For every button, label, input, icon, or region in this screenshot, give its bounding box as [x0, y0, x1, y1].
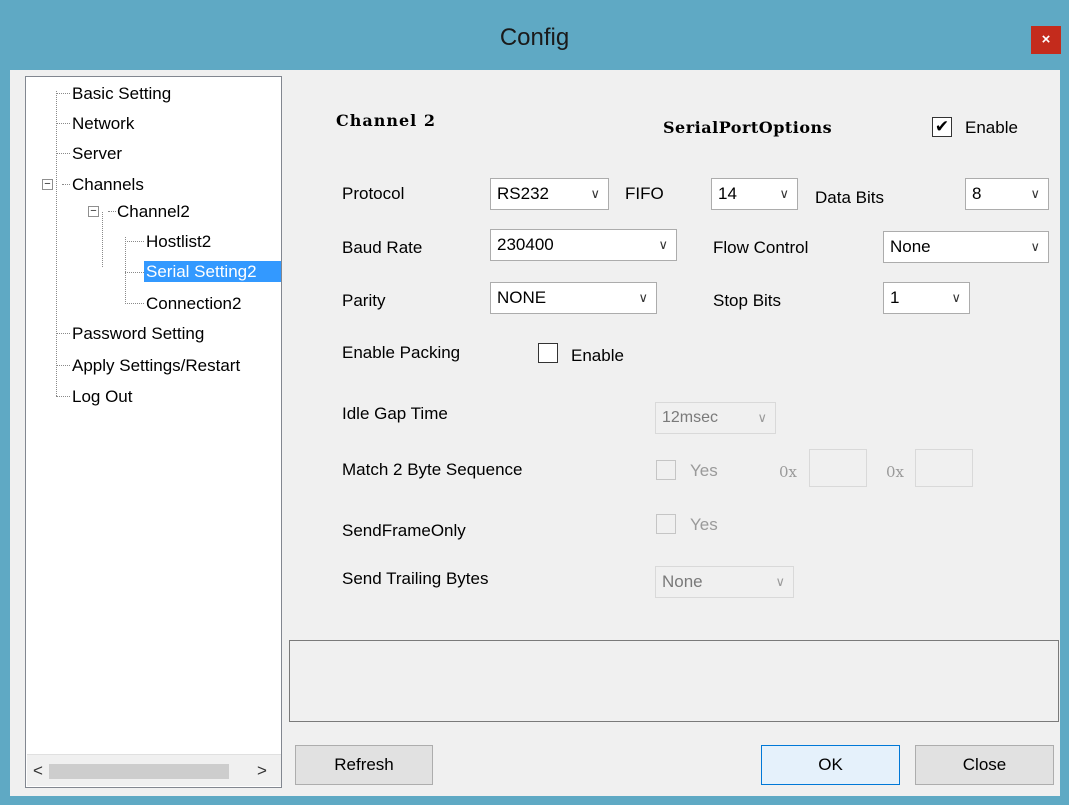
chevron-down-icon: ∨: [1030, 186, 1040, 201]
title-bar: Config ×: [0, 0, 1069, 70]
flow-control-value: None: [890, 237, 931, 256]
baud-rate-label: Baud Rate: [342, 238, 423, 257]
protocol-value: RS232: [497, 184, 549, 203]
close-window-button[interactable]: ×: [1031, 26, 1061, 54]
match-sequence-checkbox[interactable]: [656, 460, 676, 480]
tree-item-network[interactable]: Network: [70, 113, 136, 134]
tree-item-basic-setting[interactable]: Basic Setting: [70, 83, 173, 104]
baud-rate-value: 230400: [497, 235, 554, 254]
fifo-value: 14: [718, 184, 737, 203]
chevron-down-icon: ∨: [775, 574, 785, 589]
tree-item-serial-setting2[interactable]: Serial Setting2: [144, 261, 281, 282]
parity-label: Parity: [342, 291, 386, 310]
stop-bits-select[interactable]: 1 ∨: [883, 282, 970, 314]
fifo-label: FIFO: [625, 184, 664, 203]
stop-bits-value: 1: [890, 288, 900, 307]
tree-item-server[interactable]: Server: [70, 143, 124, 164]
tree-line: [125, 241, 144, 242]
tree-item-log-out[interactable]: Log Out: [70, 386, 135, 407]
tree-line: [125, 303, 144, 304]
chevron-down-icon: ∨: [757, 410, 767, 425]
tree-item-connection2[interactable]: Connection2: [144, 293, 243, 314]
scrollbar-thumb[interactable]: [49, 764, 229, 779]
tree-line: [62, 184, 70, 185]
tree-line: [56, 396, 70, 397]
refresh-button[interactable]: Refresh: [295, 745, 433, 785]
match-sequence-yes-label: Yes: [690, 461, 718, 480]
byte-2-input[interactable]: [915, 449, 973, 487]
send-frame-only-yes-label: Yes: [690, 515, 718, 534]
hex-prefix-1: 0x: [779, 463, 798, 481]
close-button[interactable]: Close: [915, 745, 1054, 785]
hex-prefix-2: 0x: [886, 463, 905, 481]
ok-button[interactable]: OK: [761, 745, 900, 785]
scroll-left-icon[interactable]: <: [33, 761, 43, 781]
data-bits-select[interactable]: 8 ∨: [965, 178, 1049, 210]
serial-port-options-heading: SerialPortOptions: [663, 118, 833, 137]
scroll-right-icon[interactable]: >: [257, 761, 267, 781]
tree-line: [56, 93, 70, 94]
tree-line: [125, 272, 144, 273]
idle-gap-time-select[interactable]: 12msec ∨: [655, 402, 776, 434]
flow-control-label: Flow Control: [713, 238, 809, 257]
tree-item-channels[interactable]: Channels: [70, 174, 146, 195]
chevron-down-icon: ∨: [658, 237, 668, 252]
channel-heading: Channel 2: [336, 111, 436, 130]
data-bits-label: Data Bits: [815, 188, 884, 207]
idle-gap-value: 12msec: [662, 409, 719, 426]
parity-value: NONE: [497, 288, 547, 307]
enable-packing-check-label: Enable: [571, 346, 624, 365]
tree-line: [56, 153, 70, 154]
enable-packing-label: Enable Packing: [342, 343, 461, 362]
fifo-select[interactable]: 14 ∨: [711, 178, 798, 210]
chevron-down-icon: ∨: [590, 186, 600, 201]
settings-tree[interactable]: − − Basic Setting Network Server Channel…: [25, 76, 282, 788]
window-title: Config: [499, 24, 570, 51]
data-bits-value: 8: [972, 184, 982, 203]
tree-line: [56, 333, 70, 334]
enable-label: Enable: [965, 118, 1018, 137]
baud-rate-select[interactable]: 230400 ∨: [490, 229, 677, 261]
tree-line: [56, 365, 70, 366]
chevron-down-icon: ∨: [779, 186, 789, 201]
trailing-bytes-value: None: [662, 572, 703, 591]
collapse-channel2-icon[interactable]: −: [88, 206, 99, 217]
tree-line: [125, 237, 126, 304]
tree-line: [56, 91, 57, 396]
flow-control-select[interactable]: None ∨: [883, 231, 1049, 263]
tree-line: [56, 123, 70, 124]
send-frame-only-label: SendFrameOnly: [342, 521, 466, 540]
enable-packing-checkbox[interactable]: [538, 343, 558, 363]
tree-item-apply-settings[interactable]: Apply Settings/Restart: [70, 355, 242, 376]
tree-item-hostlist2[interactable]: Hostlist2: [144, 231, 213, 252]
send-trailing-bytes-label: Send Trailing Bytes: [342, 569, 489, 588]
idle-gap-time-label: Idle Gap Time: [342, 404, 448, 423]
byte-1-input[interactable]: [809, 449, 867, 487]
collapse-channels-icon[interactable]: −: [42, 179, 53, 190]
protocol-select[interactable]: RS232 ∨: [490, 178, 609, 210]
enable-checkbox[interactable]: ✔: [932, 117, 952, 137]
send-frame-only-checkbox[interactable]: [656, 514, 676, 534]
tree-item-channel2[interactable]: Channel2: [115, 201, 192, 222]
send-trailing-bytes-select[interactable]: None ∨: [655, 566, 794, 598]
horizontal-scrollbar[interactable]: < >: [27, 754, 281, 786]
tree-item-password-setting[interactable]: Password Setting: [70, 323, 206, 344]
protocol-label: Protocol: [342, 184, 405, 203]
match-sequence-label: Match 2 Byte Sequence: [342, 460, 523, 479]
status-box: [289, 640, 1059, 722]
chevron-down-icon: ∨: [638, 290, 648, 305]
chevron-down-icon: ∨: [1030, 239, 1040, 254]
chevron-down-icon: ∨: [951, 290, 961, 305]
stop-bits-label: Stop Bits: [713, 291, 782, 310]
parity-select[interactable]: NONE ∨: [490, 282, 657, 314]
tree-line: [102, 212, 103, 267]
